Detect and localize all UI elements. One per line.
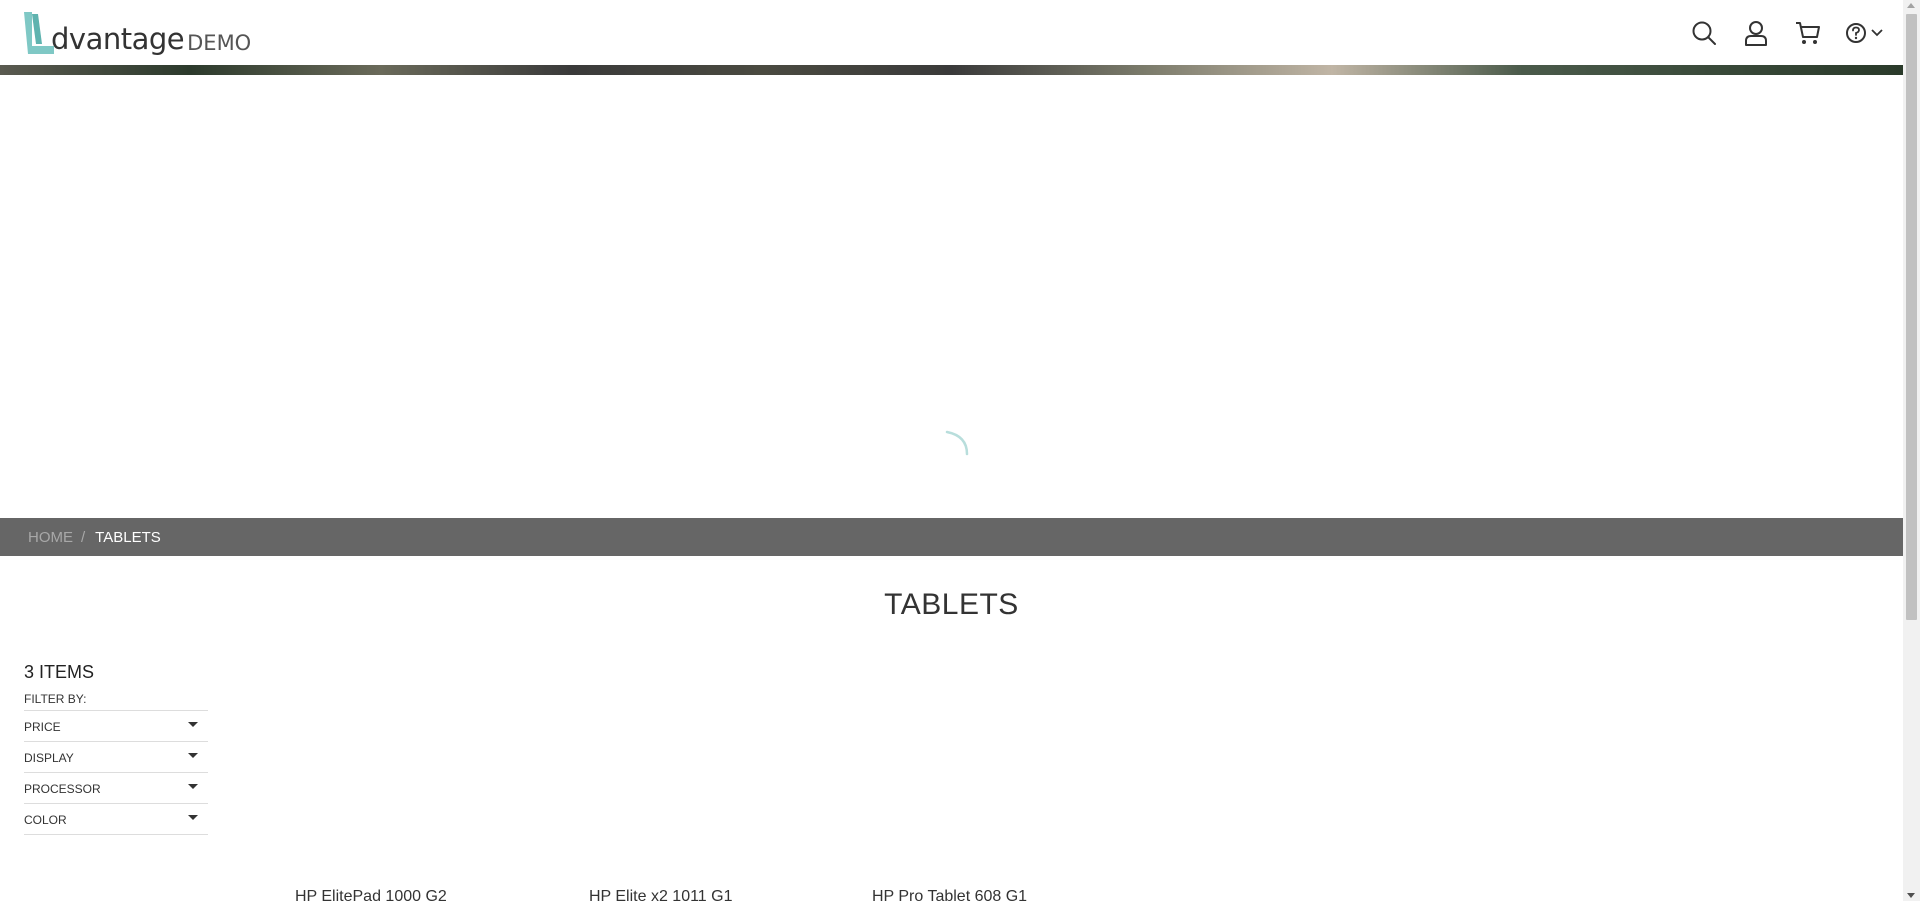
product-name-link[interactable]: HP ElitePad 1000 G2: [295, 888, 447, 901]
hero-image-strip: [0, 65, 1903, 75]
caret-down-icon: [188, 721, 198, 727]
chevron-down-icon: [1871, 29, 1883, 37]
filter-label: COLOR: [24, 813, 67, 827]
caret-down-icon: [188, 752, 198, 758]
items-count: 3 ITEMS: [24, 662, 95, 682]
page: dvantage DEMO HOME / TABLETS TABLETS 3 I…: [0, 0, 1903, 901]
page-scrollbar[interactable]: [1903, 0, 1920, 901]
scrollbar-thumb[interactable]: [1906, 14, 1917, 620]
help-icon: [1846, 23, 1866, 43]
page-title: TABLETS: [884, 588, 1019, 621]
logo[interactable]: dvantage DEMO: [22, 10, 251, 56]
filter-processor[interactable]: PROCESSOR: [24, 773, 208, 804]
filter-price[interactable]: PRICE: [24, 711, 208, 742]
breadcrumb-separator: /: [81, 528, 86, 546]
product-name-link[interactable]: HP Elite x2 1011 G1: [589, 888, 733, 901]
user-icon[interactable]: [1741, 18, 1771, 48]
filter-label: DISPLAY: [24, 751, 74, 765]
scroll-up-arrow-icon[interactable]: [1907, 3, 1915, 8]
loading-spinner-icon: [945, 430, 969, 456]
logo-demo: DEMO: [187, 31, 252, 55]
breadcrumb: HOME / TABLETS: [0, 518, 1903, 556]
caret-down-icon: [188, 814, 198, 820]
caret-down-icon: [188, 783, 198, 789]
breadcrumb-current: TABLETS: [95, 528, 161, 546]
filter-sidebar: 3 ITEMS FILTER BY: PRICE DISPLAY PROCESS…: [24, 662, 208, 835]
breadcrumb-home-link[interactable]: HOME: [28, 529, 73, 546]
cart-icon[interactable]: [1793, 18, 1823, 48]
scroll-down-arrow-icon[interactable]: [1907, 893, 1915, 898]
filter-display[interactable]: DISPLAY: [24, 742, 208, 773]
filter-label: PRICE: [24, 720, 61, 734]
nav-icons: [1689, 18, 1883, 48]
filter-by-label: FILTER BY:: [24, 692, 208, 711]
product-name-link[interactable]: HP Pro Tablet 608 G1: [872, 888, 1027, 901]
logo-word: dvantage: [51, 22, 185, 56]
help-menu[interactable]: [1845, 22, 1883, 44]
search-icon[interactable]: [1689, 18, 1719, 48]
top-navbar: dvantage DEMO: [0, 0, 1903, 65]
filter-label: PROCESSOR: [24, 782, 101, 796]
filter-color[interactable]: COLOR: [24, 804, 208, 835]
